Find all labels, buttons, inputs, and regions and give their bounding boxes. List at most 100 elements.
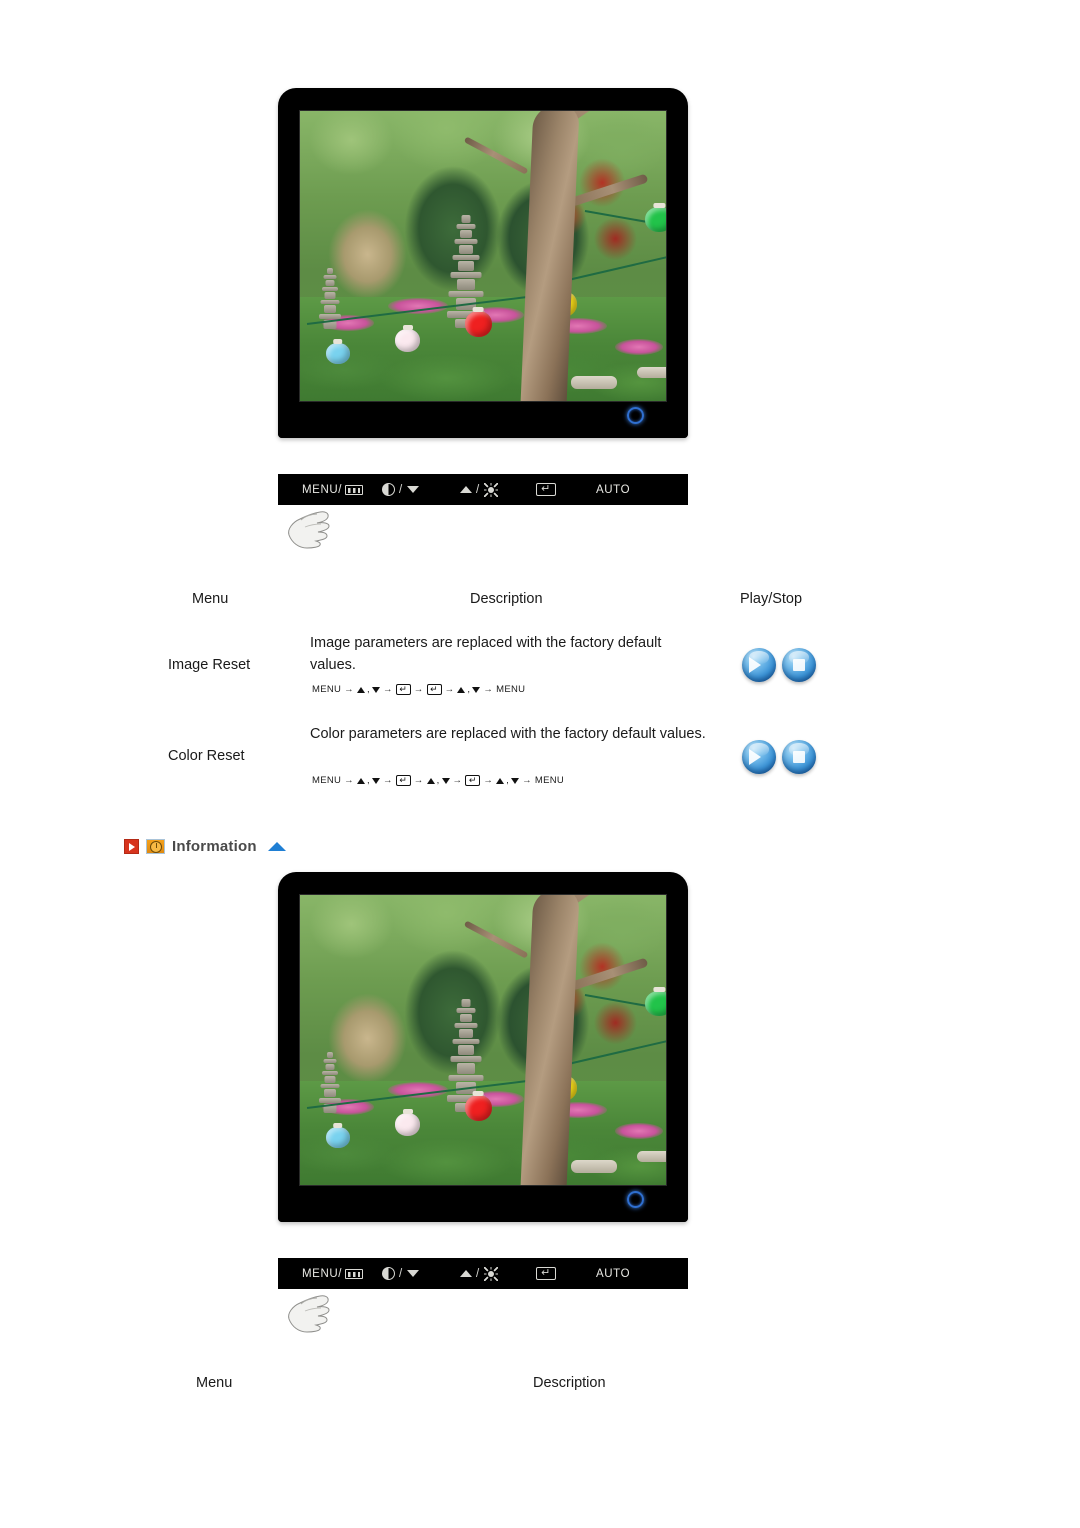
- power-indicator-icon[interactable]: [627, 1191, 644, 1208]
- triangle-up-icon: [460, 1270, 472, 1277]
- stone-pagoda-small: [318, 267, 342, 334]
- key-enter-icon: [465, 775, 481, 786]
- monitor-control-bar-top[interactable]: MENU/ / / AUTO: [278, 474, 688, 505]
- key-menu: MENU: [312, 684, 342, 695]
- lantern-red: [464, 311, 492, 338]
- key-triangle-up-icon: [356, 686, 365, 693]
- key-triangle-down-icon: [472, 686, 481, 693]
- stop-button[interactable]: [782, 648, 816, 682]
- up-button[interactable]: /: [460, 483, 498, 497]
- table-header-menu: Menu: [192, 591, 229, 607]
- table-row-menu-image-reset: Image Reset: [168, 657, 251, 673]
- up-button[interactable]: /: [460, 1267, 498, 1281]
- monitor-illustration-top: [278, 88, 688, 438]
- menu-button-label: MENU/: [302, 1267, 343, 1280]
- down-button[interactable]: /: [382, 1267, 419, 1280]
- play-button[interactable]: [742, 740, 776, 774]
- brightness-icon: [484, 483, 498, 497]
- monitor-screen-bottom: [299, 894, 667, 1186]
- arrow-icon: →: [413, 775, 424, 786]
- table-row-description-image-reset: Image parameters are replaced with the f…: [310, 635, 662, 673]
- garden-photo: [300, 111, 666, 401]
- separator-slash: /: [476, 483, 480, 496]
- play-button[interactable]: [742, 648, 776, 682]
- auto-button[interactable]: AUTO: [596, 484, 630, 496]
- information-clock-icon: [146, 839, 165, 854]
- triangle-up-icon: [460, 486, 472, 493]
- stone-pagoda-small: [318, 1051, 342, 1118]
- key-triangle-down-icon: [511, 777, 520, 784]
- information-section-header[interactable]: Information: [124, 838, 286, 855]
- power-indicator-icon[interactable]: [627, 407, 644, 424]
- monitor-chin: [278, 1186, 688, 1222]
- key-triangle-up-icon: [496, 777, 505, 784]
- lantern-green: [645, 990, 666, 1016]
- playstop-buttons-color-reset[interactable]: [742, 740, 816, 774]
- key-comma: ,: [366, 684, 370, 695]
- auto-button-label: AUTO: [596, 1267, 631, 1280]
- monitor-illustration-bottom: [278, 872, 688, 1222]
- table-header-description-information: Description: [533, 1375, 606, 1391]
- key-enter-icon: [426, 684, 442, 695]
- arrow-icon: →: [483, 684, 494, 695]
- osd-bars-icon: [345, 1268, 364, 1279]
- osd-bars-icon: [345, 484, 364, 495]
- key-enter-icon: [395, 684, 411, 695]
- separator-slash: /: [399, 1267, 403, 1280]
- triangle-down-icon: [406, 486, 419, 493]
- triangle-down-icon: [406, 1270, 419, 1277]
- arrow-icon: →: [382, 775, 393, 786]
- table-row-description-color-reset: Color parameters are replaced with the f…: [310, 726, 706, 742]
- lantern-blue: [325, 1127, 350, 1148]
- enter-button[interactable]: [536, 1267, 556, 1280]
- playstop-buttons-image-reset[interactable]: [742, 648, 816, 682]
- key-sequence-image-reset: MENU → , → → → , → MENU: [312, 684, 525, 695]
- garden-photo: [300, 895, 666, 1185]
- arrow-icon: →: [382, 684, 393, 695]
- key-triangle-up-icon: [457, 686, 466, 693]
- lantern-white: [395, 1112, 421, 1136]
- table-header-menu-information: Menu: [196, 1375, 233, 1391]
- menu-button[interactable]: MENU/: [302, 483, 364, 496]
- key-triangle-down-icon: [371, 686, 380, 693]
- enter-button[interactable]: [536, 483, 556, 496]
- arrow-icon: →: [522, 775, 532, 786]
- triangle-up-collapse-icon[interactable]: [267, 842, 286, 851]
- monitor-screen-top: [299, 110, 667, 402]
- arrow-icon: →: [344, 775, 354, 786]
- auto-button[interactable]: AUTO: [596, 1268, 630, 1280]
- monitor-control-bar-bottom[interactable]: MENU/ / / AUTO: [278, 1258, 688, 1289]
- down-button[interactable]: /: [382, 483, 419, 496]
- lantern-white: [395, 328, 421, 352]
- arrow-icon: →: [413, 684, 424, 695]
- enter-key-icon: [536, 483, 556, 496]
- key-triangle-up-icon: [356, 777, 365, 784]
- hand-pointer-cursor-top: [283, 505, 339, 549]
- auto-button-label: AUTO: [596, 483, 631, 496]
- key-comma: ,: [506, 775, 510, 786]
- brightness-icon: [484, 1267, 498, 1281]
- separator-slash: /: [476, 1267, 480, 1280]
- key-comma: ,: [467, 684, 471, 695]
- key-triangle-down-icon: [371, 777, 380, 784]
- enter-key-icon: [536, 1267, 556, 1280]
- key-comma: ,: [366, 775, 370, 786]
- key-menu: MENU: [496, 684, 526, 695]
- table-header-playstop: Play/Stop: [740, 591, 803, 607]
- separator-slash: /: [399, 483, 403, 496]
- stop-button[interactable]: [782, 740, 816, 774]
- key-enter-icon: [395, 775, 411, 786]
- contrast-icon: [382, 483, 395, 496]
- lantern-red: [464, 1095, 492, 1122]
- menu-button-label: MENU/: [302, 483, 343, 496]
- menu-button[interactable]: MENU/: [302, 1267, 364, 1280]
- key-menu: MENU: [312, 775, 342, 786]
- table-row-menu-color-reset: Color Reset: [168, 748, 245, 764]
- play-marker-icon: [124, 839, 139, 854]
- monitor-chin: [278, 402, 688, 438]
- lantern-green: [645, 206, 666, 232]
- key-triangle-down-icon: [441, 777, 450, 784]
- monitor-bezel: [278, 88, 688, 438]
- table-header-description: Description: [470, 591, 543, 607]
- monitor-bezel: [278, 872, 688, 1222]
